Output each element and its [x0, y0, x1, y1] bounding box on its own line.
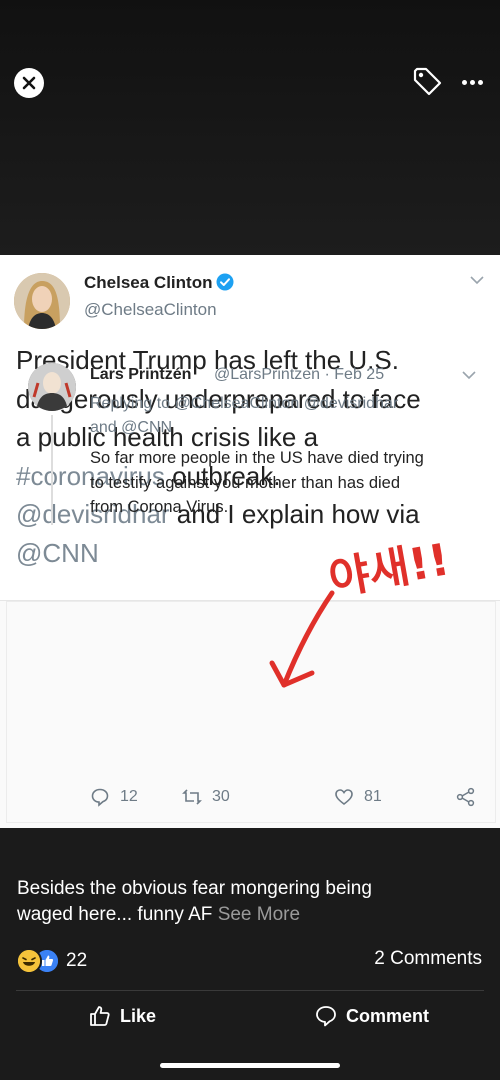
viewer-top-bar: [0, 0, 500, 255]
post-photo[interactable]: Chelsea Clinton @ChelseaClinton Presiden…: [0, 255, 500, 828]
verified-icon: [216, 273, 234, 291]
home-indicator[interactable]: [160, 1063, 340, 1068]
heart-icon: [335, 789, 353, 806]
retweet-icon: [182, 789, 202, 805]
post-caption: Besides the obvious fear mongering being…: [17, 878, 372, 925]
comment-button[interactable]: Comment: [314, 1003, 429, 1029]
thumbs-up-icon: [90, 1006, 110, 1026]
close-icon: [22, 76, 36, 90]
haha-reaction-icon: [16, 948, 42, 974]
chevron-down-icon: [462, 371, 476, 380]
share-button: [456, 787, 476, 807]
tweet-author-name: Chelsea Clinton: [84, 273, 234, 293]
tag-button[interactable]: [410, 64, 444, 98]
avatar: [14, 273, 70, 329]
comments-count[interactable]: 2 Comments: [374, 948, 482, 970]
like-button[interactable]: Like: [88, 1003, 156, 1029]
chevron-down-icon: [470, 276, 484, 285]
reaction-count: 22: [66, 950, 88, 971]
reply-author-name: Lars Printzén: [90, 366, 192, 383]
replying-to: Replying to @ChelseaClinton @devisridhar…: [90, 395, 399, 436]
tweet-author-handle: @ChelseaClinton: [84, 300, 217, 319]
retweet-count: 30: [182, 787, 230, 807]
avatar: [28, 363, 76, 411]
more-options-button[interactable]: [458, 72, 486, 92]
tag-icon: [413, 67, 442, 96]
share-icon: [456, 787, 475, 807]
tweet-actions: 12 30 81: [90, 787, 490, 813]
like-count: 81: [334, 787, 382, 807]
drawn-arrow: [269, 590, 335, 688]
comment-icon: [316, 1006, 336, 1027]
divider: [16, 990, 484, 991]
see-more-link[interactable]: See More: [218, 904, 300, 925]
more-dots-icon: [461, 79, 467, 85]
reply-count: 12: [90, 787, 138, 807]
close-button[interactable]: [14, 68, 44, 98]
reply-icon: [91, 788, 109, 807]
reactions-summary[interactable]: 22: [16, 948, 87, 974]
reply-text: So far more people in the US have died t…: [90, 449, 424, 516]
reply-meta: @LarsPrintzen · Feb 25: [214, 366, 385, 383]
